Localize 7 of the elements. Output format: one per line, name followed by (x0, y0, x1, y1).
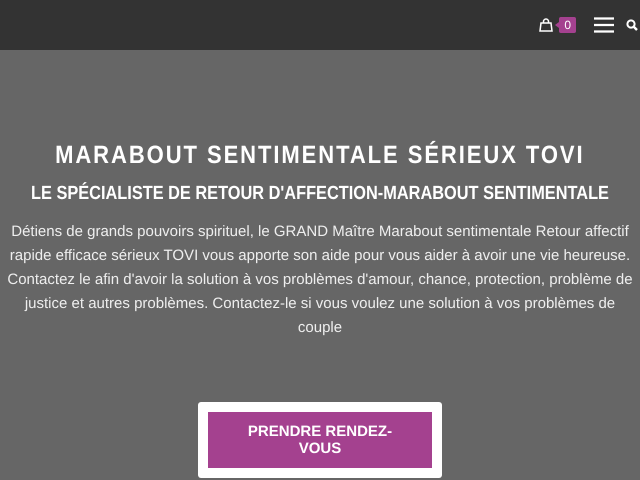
hero-title: MARABOUT SENTIMENTALE SÉRIEUX TOVI (55, 140, 585, 171)
search-icon[interactable] (626, 19, 638, 31)
hero-description: Détiens de grands pouvoirs spirituel, le GRAND Maître Marabout sentimentale Retour affectif rapide efficace sérieux TOVI vous apporte son aide pour vous aider à avoir une vie heureuse. Contactez le afin d'avoir la solution à vos problèmes d'amour, chance, protection, problème de justice et autres problèmes. Contactez-le si vous voulez une solution à vos problèmes de couple (6, 222, 634, 338)
appointment-button[interactable]: PRENDRE RENDEZ-VOUS (208, 412, 432, 468)
shopping-bag-icon[interactable] (539, 18, 554, 32)
menu-icon[interactable] (594, 17, 614, 33)
hero-subtitle: LE SPÉCIALISTE DE RETOUR D'AFFECTION-MARABOUT SENTIMENTALE (31, 182, 609, 206)
